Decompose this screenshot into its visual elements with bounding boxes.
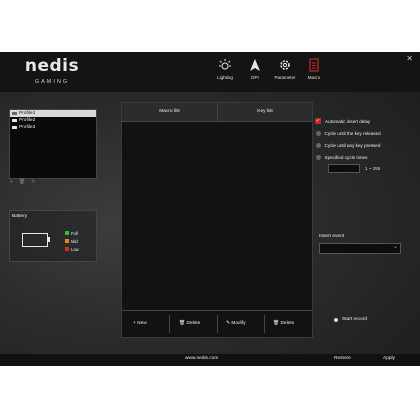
profile-toolbar: + 🗑 ✎ [10, 179, 35, 185]
insert-event-select[interactable]: ⌄ [319, 243, 401, 254]
profile-item[interactable]: Profile2 [10, 117, 96, 124]
legend-label: Mid [71, 238, 78, 244]
start-record-label: Start record [342, 317, 368, 322]
delete-profile-icon[interactable]: 🗑 [19, 179, 25, 185]
radio-icon[interactable] [315, 154, 321, 160]
plus-icon: + [133, 321, 136, 326]
macro-header: Macro list Key list [122, 103, 312, 122]
nav-dpi[interactable]: DPI [242, 58, 268, 80]
specified-cycle-option[interactable]: Specified cycle times [315, 151, 407, 163]
nav-label: Macro [307, 75, 321, 80]
nav-lighting[interactable]: Lighting [212, 58, 238, 80]
footer-bar: www.nedis.com Restore Apply [0, 354, 420, 366]
delete-key-button[interactable]: 🗑 Delete [273, 311, 294, 337]
chevron-down-icon: ⌄ [392, 244, 398, 250]
trash-icon: 🗑 [273, 321, 280, 326]
nav-label: Parameter [274, 75, 296, 80]
add-profile-icon[interactable]: + [10, 179, 13, 185]
button-label: Delete [186, 321, 201, 326]
battery-panel: Battery Full Mid Low [9, 210, 97, 262]
delete-macro-button[interactable]: 🗑 Delete [179, 311, 200, 337]
folder-icon [12, 111, 17, 116]
cycle-times-input[interactable] [328, 163, 360, 173]
nav-label: DPI [251, 75, 259, 80]
option-label: Cycle until any key pressed [324, 142, 381, 148]
nav-label: Lighting [217, 75, 233, 80]
nav-parameter[interactable]: Parameter [272, 58, 298, 80]
legend-low: Low [65, 245, 79, 253]
profile-label: Profile1 [19, 111, 36, 116]
battery-legend: Full Mid Low [65, 229, 79, 253]
divider [264, 315, 265, 333]
battery-title: Battery [12, 214, 28, 219]
full-swatch [65, 231, 69, 235]
dpi-icon [250, 59, 260, 71]
option-label: Automatic insert delay [325, 118, 371, 124]
record-icon [334, 317, 338, 322]
apply-button[interactable]: Apply [383, 356, 395, 361]
legend-label: Full [71, 230, 78, 236]
macro-panel: Macro list Key list [121, 102, 313, 338]
mid-swatch [65, 239, 69, 243]
checkbox-checked-icon[interactable]: ✓ [315, 118, 321, 124]
modify-key-button[interactable]: ✎ Modify [226, 311, 246, 337]
key-list-header: Key list [257, 109, 273, 114]
divider [217, 315, 218, 333]
cycle-until-any-option[interactable]: Cycle until any key pressed [315, 139, 407, 151]
folder-icon [12, 125, 17, 130]
nav-macro[interactable]: Macro [301, 58, 327, 80]
legend-mid: Mid [65, 237, 79, 245]
logo-subtext: GAMING [34, 79, 70, 85]
gear-icon [280, 60, 290, 70]
cycle-until-released-option[interactable]: Cycle until the key released [315, 127, 407, 139]
radio-icon[interactable] [315, 130, 321, 136]
edit-profile-icon[interactable]: ✎ [31, 179, 35, 185]
logo-text: nedis [24, 56, 80, 76]
folder-icon [12, 118, 17, 123]
legend-full: Full [65, 229, 79, 237]
profile-label: Profile3 [19, 125, 36, 130]
edit-icon: ✎ [226, 321, 231, 326]
start-record-button[interactable]: Start record [334, 317, 367, 322]
battery-tip [48, 237, 50, 242]
close-icon[interactable]: ✕ [406, 54, 413, 63]
divider [169, 315, 170, 333]
lighting-icon [219, 59, 231, 70]
profile-item[interactable]: Profile1 [10, 110, 96, 117]
radio-icon[interactable] [315, 142, 321, 148]
trash-icon: 🗑 [179, 321, 186, 326]
new-macro-button[interactable]: + New [133, 311, 147, 337]
option-label: Cycle until the key released [324, 130, 381, 136]
macro-options: ✓ Automatic insert delay Cycle until the… [315, 115, 407, 173]
macro-button-bar: + New 🗑 Delete ✎ Modify 🗑 Delete [121, 310, 313, 337]
profile-label: Profile2 [19, 118, 36, 123]
nedis-gaming-logo: nedis GAMING [12, 56, 92, 88]
website-link[interactable]: www.nedis.com [185, 356, 218, 361]
cycle-range-label: 1 ~ 255 [365, 165, 381, 171]
button-label: Delete [280, 321, 295, 326]
restore-button[interactable]: Restore [334, 356, 351, 361]
auto-insert-delay-option[interactable]: ✓ Automatic insert delay [315, 115, 407, 127]
battery-icon [22, 233, 48, 247]
profile-item[interactable]: Profile3 [10, 124, 96, 131]
low-swatch [65, 247, 69, 251]
top-bar: nedis GAMING Lighting DPI Parameter Macr… [0, 52, 420, 92]
button-label: Modify [231, 321, 246, 326]
insert-event-label: Insert event [319, 234, 345, 239]
cycle-times-row: 1 ~ 255 [328, 163, 407, 173]
macro-icon [309, 58, 319, 72]
option-label: Specified cycle times [324, 154, 368, 160]
button-label: New [137, 321, 147, 326]
profile-list: Profile1 Profile2 Profile3 [9, 109, 97, 179]
macro-list-header: Macro list [159, 109, 180, 114]
legend-label: Low [71, 246, 79, 252]
